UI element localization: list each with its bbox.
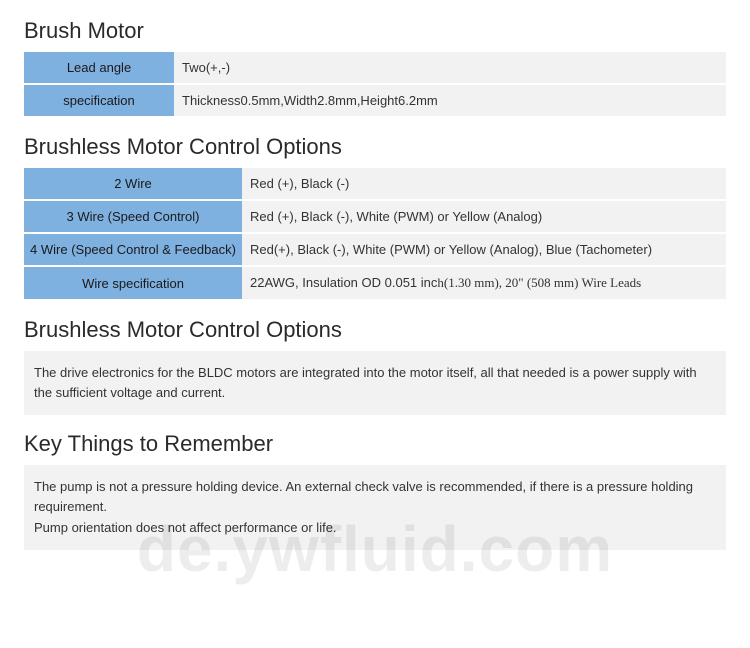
row-label: 4 Wire (Speed Control & Feedback) bbox=[24, 234, 242, 267]
row-value: Two(+,-) bbox=[174, 52, 726, 85]
section-title-brushless-options-text: Brushless Motor Control Options bbox=[24, 317, 726, 343]
table-row: Lead angle Two(+,-) bbox=[24, 52, 726, 85]
section-title-key-things: Key Things to Remember bbox=[24, 431, 726, 457]
table-row: 2 Wire Red (+), Black (-) bbox=[24, 168, 726, 201]
table-row: Wire specification 22AWG, Insulation OD … bbox=[24, 267, 726, 301]
row-label: 2 Wire bbox=[24, 168, 242, 201]
table-row: 4 Wire (Speed Control & Feedback) Red(+)… bbox=[24, 234, 726, 267]
row-value: Red(+), Black (-), White (PWM) or Yellow… bbox=[242, 234, 726, 267]
info-box-brushless: The drive electronics for the BLDC motor… bbox=[24, 351, 726, 415]
row-value: Thickness0.5mm,Width2.8mm,Height6.2mm bbox=[174, 85, 726, 118]
brush-motor-table: Lead angle Two(+,-) specification Thickn… bbox=[24, 52, 726, 118]
section-title-brush-motor: Brush Motor bbox=[24, 18, 726, 44]
brushless-options-table: 2 Wire Red (+), Black (-) 3 Wire (Speed … bbox=[24, 168, 726, 301]
key-things-line: Pump orientation does not affect perform… bbox=[34, 518, 716, 538]
row-label: specification bbox=[24, 85, 174, 118]
table-row: specification Thickness0.5mm,Width2.8mm,… bbox=[24, 85, 726, 118]
table-row: 3 Wire (Speed Control) Red (+), Black (-… bbox=[24, 201, 726, 234]
row-label: Wire specification bbox=[24, 267, 242, 301]
key-things-line: The pump is not a pressure holding devic… bbox=[34, 477, 716, 517]
row-value: Red (+), Black (-), White (PWM) or Yello… bbox=[242, 201, 726, 234]
info-box-key-things: The pump is not a pressure holding devic… bbox=[24, 465, 726, 549]
row-value: Red (+), Black (-) bbox=[242, 168, 726, 201]
row-label: 3 Wire (Speed Control) bbox=[24, 201, 242, 234]
section-title-brushless-options-table: Brushless Motor Control Options bbox=[24, 134, 726, 160]
row-label: Lead angle bbox=[24, 52, 174, 85]
row-value: 22AWG, Insulation OD 0.051 inch(1.30 mm)… bbox=[242, 267, 726, 301]
